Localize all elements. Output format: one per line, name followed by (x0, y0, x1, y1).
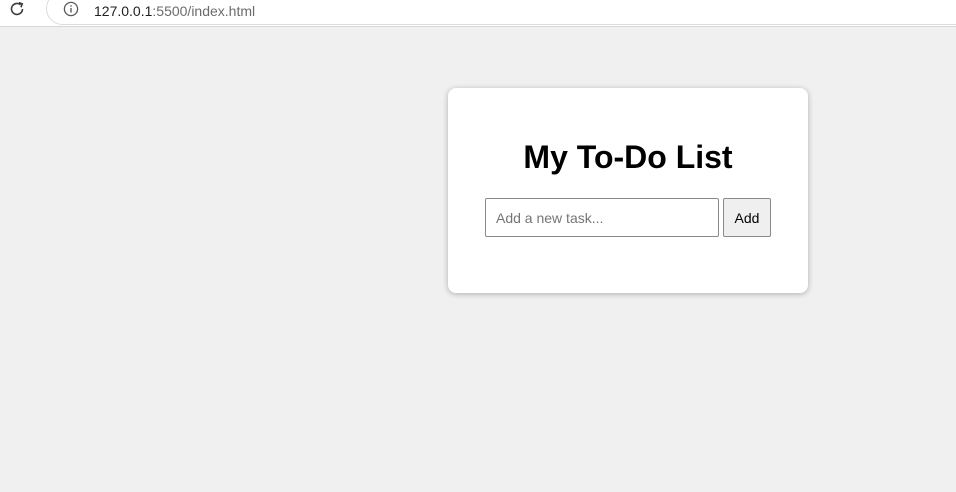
url-path: :5500/index.html (152, 3, 256, 19)
info-icon (63, 1, 79, 22)
site-info-button[interactable] (62, 1, 80, 22)
add-task-button[interactable]: Add (723, 198, 771, 237)
reload-button[interactable] (7, 0, 27, 23)
page-title: My To-Do List (523, 139, 733, 175)
url-text[interactable]: 127.0.0.1:5500/index.html (94, 2, 255, 20)
browser-address-bar: 127.0.0.1:5500/index.html (0, 0, 956, 27)
new-task-input[interactable] (485, 198, 719, 237)
url-host: 127.0.0.1 (94, 3, 153, 19)
reload-icon (8, 0, 26, 23)
todo-card: My To-Do List Add (448, 88, 808, 293)
